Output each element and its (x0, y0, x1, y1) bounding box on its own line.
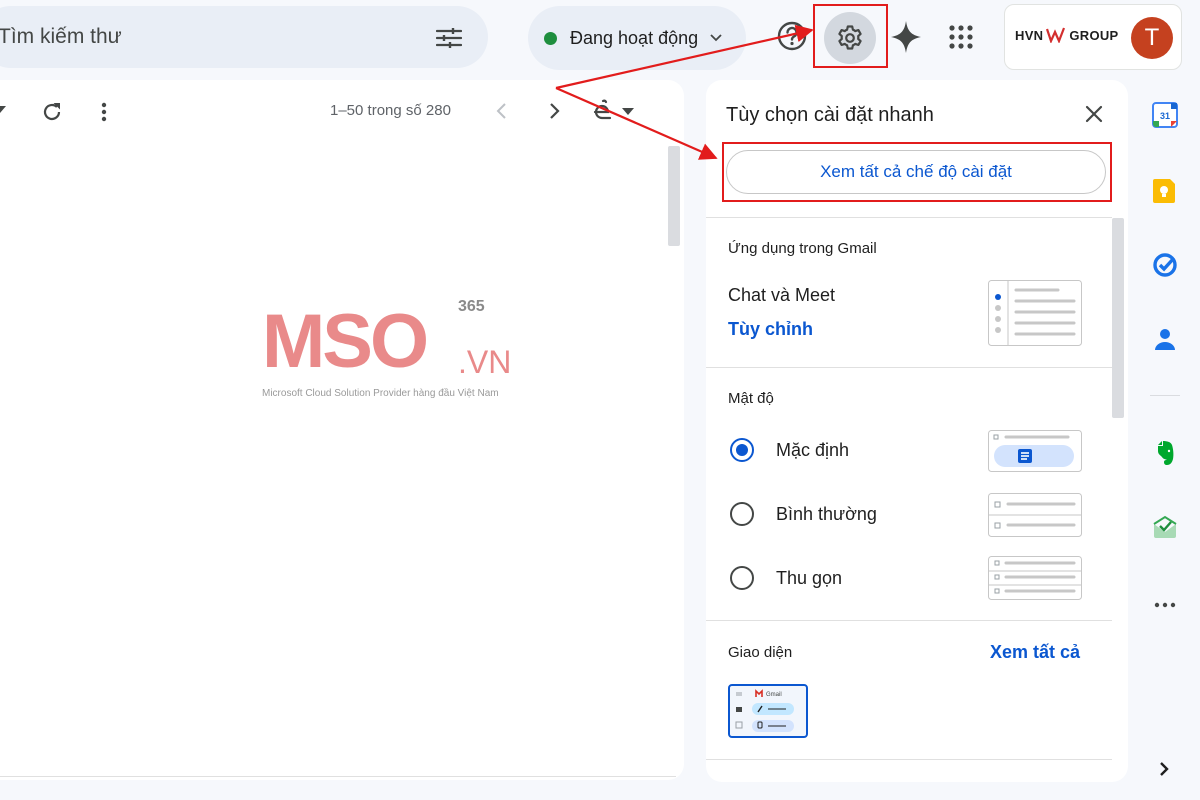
watermark-logo: MSO 365 .VN Microsoft Cloud Solution Pro… (262, 298, 522, 408)
quick-settings-title: Tùy chọn cài đặt nhanh (726, 104, 934, 126)
search-bar[interactable] (0, 6, 488, 68)
density-compact-thumbnail (988, 556, 1082, 600)
org-logo-text-left: HVN (1015, 27, 1044, 43)
evernote-icon[interactable] (1152, 440, 1178, 466)
quick-settings-panel: Tùy chọn cài đặt nhanh Xem tất cả chế độ… (706, 80, 1128, 782)
refresh-icon[interactable] (40, 100, 64, 124)
expand-side-panel-icon[interactable] (1156, 760, 1172, 778)
chat-meet-preview-thumbnail (988, 280, 1082, 346)
density-comfortable-label[interactable]: Bình thường (776, 504, 877, 525)
input-tools-icon[interactable] (592, 98, 638, 124)
density-default-radio[interactable] (730, 438, 754, 462)
customize-link[interactable]: Tùy chỉnh (728, 319, 813, 340)
contacts-icon[interactable] (1152, 326, 1178, 352)
density-compact-radio[interactable] (730, 566, 754, 590)
account-switcher[interactable]: HVN GROUP T (1004, 4, 1182, 70)
org-logo: HVN GROUP (1015, 27, 1119, 43)
watermark-superscript: 365 (458, 298, 485, 315)
section-divider (706, 620, 1112, 621)
keep-icon[interactable] (1152, 178, 1178, 204)
density-default-thumbnail (988, 430, 1082, 472)
density-compact-label[interactable]: Thu gọn (776, 568, 842, 589)
chevron-right-icon[interactable] (546, 101, 562, 121)
section-divider (706, 759, 1112, 760)
status-dot (544, 31, 557, 45)
tasks-icon[interactable] (1152, 252, 1178, 278)
email-tracker-icon[interactable] (1152, 514, 1178, 540)
watermark-brand: MSO (262, 299, 429, 384)
status-selector[interactable]: Đang hoạt động (528, 6, 746, 70)
density-section-heading: Mật độ (728, 390, 774, 407)
watermark-tagline: Microsoft Cloud Solution Provider hàng đ… (262, 388, 499, 399)
density-default-label[interactable]: Mặc định (776, 440, 849, 461)
mail-list-panel (0, 80, 684, 780)
side-panel-divider (1150, 395, 1180, 396)
svg-text:31: 31 (1160, 111, 1170, 121)
select-dropdown-caret-icon[interactable] (0, 104, 6, 114)
apps-section-heading: Ứng dụng trong Gmail (728, 240, 877, 257)
org-logo-text-right: GROUP (1069, 27, 1119, 43)
see-all-settings-highlight-box (722, 142, 1112, 202)
close-icon[interactable] (1084, 104, 1104, 124)
view-all-themes-link[interactable]: Xem tất cả (990, 642, 1080, 663)
theme-section-heading: Giao diện (728, 644, 793, 661)
pagination-label: 1–50 trong số 280 (330, 102, 451, 119)
chevron-down-icon (710, 34, 722, 42)
mail-divider (0, 776, 676, 777)
avatar[interactable]: T (1131, 17, 1173, 59)
org-logo-mark-icon (1046, 27, 1066, 43)
gemini-sparkle-icon[interactable] (890, 20, 922, 54)
more-vert-icon[interactable] (96, 100, 112, 124)
density-comfortable-thumbnail (988, 493, 1082, 537)
theme-thumbnail[interactable]: Gmail (728, 684, 808, 738)
search-options-icon[interactable] (436, 28, 462, 48)
settings-highlight-box (813, 4, 888, 68)
calendar-icon[interactable]: 31 (1152, 102, 1178, 128)
mail-scrollbar[interactable] (668, 146, 680, 246)
chat-meet-label: Chat và Meet (728, 285, 836, 305)
search-input[interactable] (0, 6, 398, 68)
help-icon[interactable] (776, 20, 808, 52)
apps-grid-icon[interactable] (948, 24, 974, 50)
more-addons-icon[interactable] (1152, 592, 1178, 618)
watermark-suffix: .VN (458, 344, 512, 380)
theme-thumbnail-label: Gmail (766, 692, 782, 698)
status-label: Đang hoạt động (570, 27, 699, 48)
chevron-left-icon[interactable] (494, 101, 510, 121)
section-divider (706, 217, 1112, 218)
quick-settings-scrollbar[interactable] (1112, 218, 1124, 418)
section-divider (706, 367, 1112, 368)
density-comfortable-radio[interactable] (730, 502, 754, 526)
